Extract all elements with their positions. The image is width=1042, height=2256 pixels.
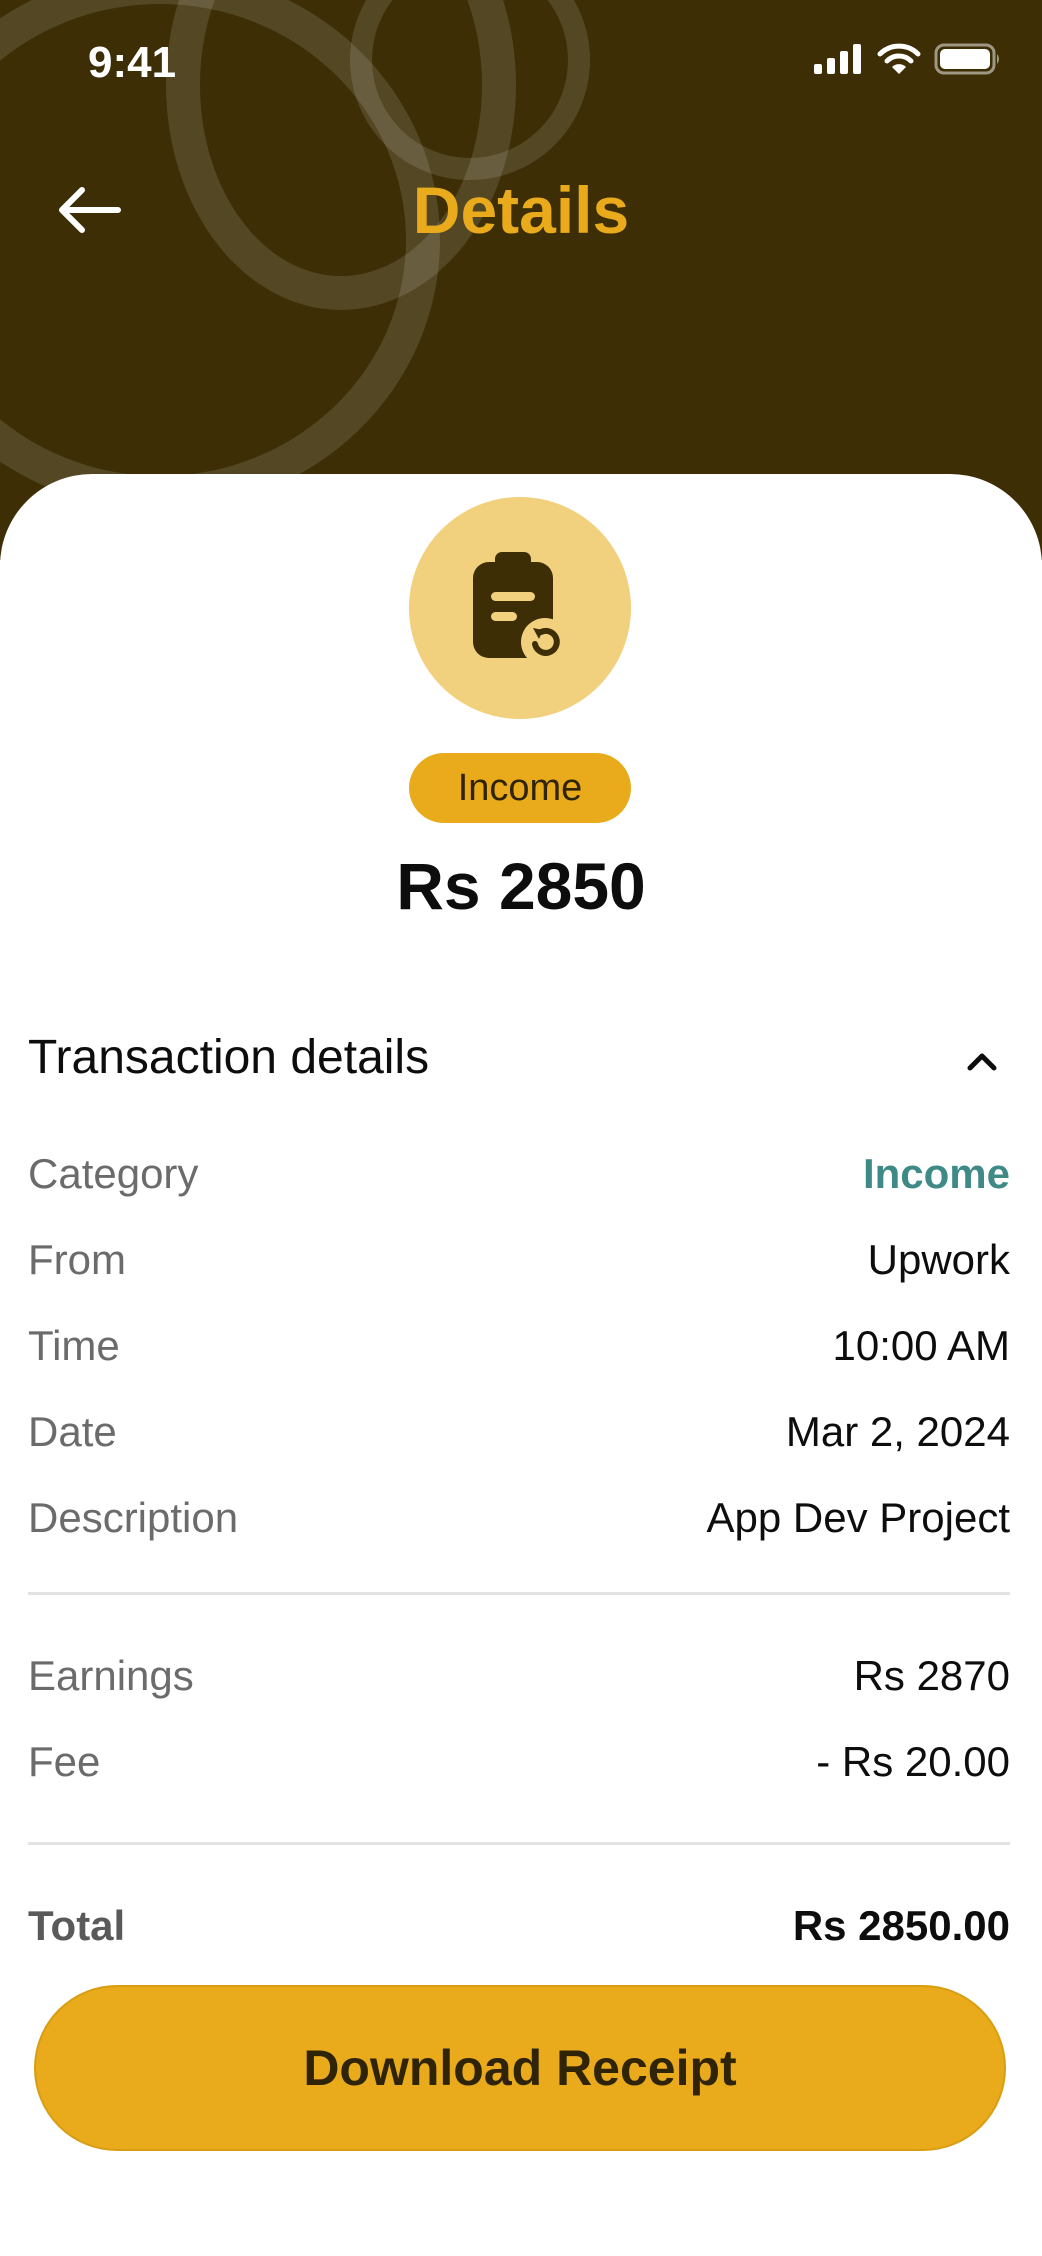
battery-icon <box>934 43 999 75</box>
total-label: Total <box>28 1902 126 1949</box>
transaction-avatar <box>409 497 631 719</box>
detail-row-fee: Fee - Rs 20.00 <box>28 1732 1010 1792</box>
detail-label: From <box>28 1236 126 1283</box>
section-title: Transaction details <box>28 1031 430 1084</box>
detail-row-earnings: Earnings Rs 2870 <box>28 1646 1010 1706</box>
detail-label: Earnings <box>28 1652 194 1699</box>
divider <box>28 1842 1010 1845</box>
detail-value: Upwork <box>867 1236 1010 1283</box>
detail-label: Description <box>28 1494 239 1541</box>
transaction-amount: Rs 2850 <box>396 849 646 923</box>
detail-value: App Dev Project <box>706 1494 1010 1541</box>
page-title: Details <box>412 173 630 247</box>
detail-value: Rs 2870 <box>853 1652 1010 1699</box>
total-value: Rs 2850.00 <box>792 1902 1010 1949</box>
status-icons <box>812 42 1002 76</box>
detail-label: Category <box>28 1150 199 1197</box>
download-receipt-button[interactable]: Download Receipt <box>34 1985 1006 2151</box>
detail-value: 10:00 AM <box>832 1322 1010 1369</box>
status-time: 9:41 <box>88 38 177 87</box>
detail-row-category: Category Income <box>28 1144 1010 1204</box>
detail-row-description: Description App Dev Project <box>28 1488 1010 1548</box>
detail-label: Date <box>28 1408 117 1455</box>
divider <box>28 1592 1010 1595</box>
detail-row-from: From Upwork <box>28 1230 1010 1290</box>
detail-row-time: Time 10:00 AM <box>28 1316 1010 1376</box>
detail-value: Income <box>862 1150 1010 1197</box>
detail-value: - Rs 20.00 <box>816 1738 1010 1785</box>
transaction-type-badge: Income <box>409 753 631 823</box>
detail-row-date: Date Mar 2, 2024 <box>28 1402 1010 1462</box>
detail-label: Fee <box>28 1738 101 1785</box>
cellular-signal-icon <box>814 44 861 74</box>
wifi-icon <box>877 43 921 74</box>
detail-value: Mar 2, 2024 <box>785 1408 1010 1455</box>
detail-row-total: Total Rs 2850.00 <box>28 1896 1010 1956</box>
detail-label: Time <box>28 1322 120 1369</box>
chevron-up-icon <box>967 1053 997 1071</box>
collapse-button[interactable] <box>960 1040 1004 1084</box>
receipt-refresh-icon <box>473 552 569 666</box>
